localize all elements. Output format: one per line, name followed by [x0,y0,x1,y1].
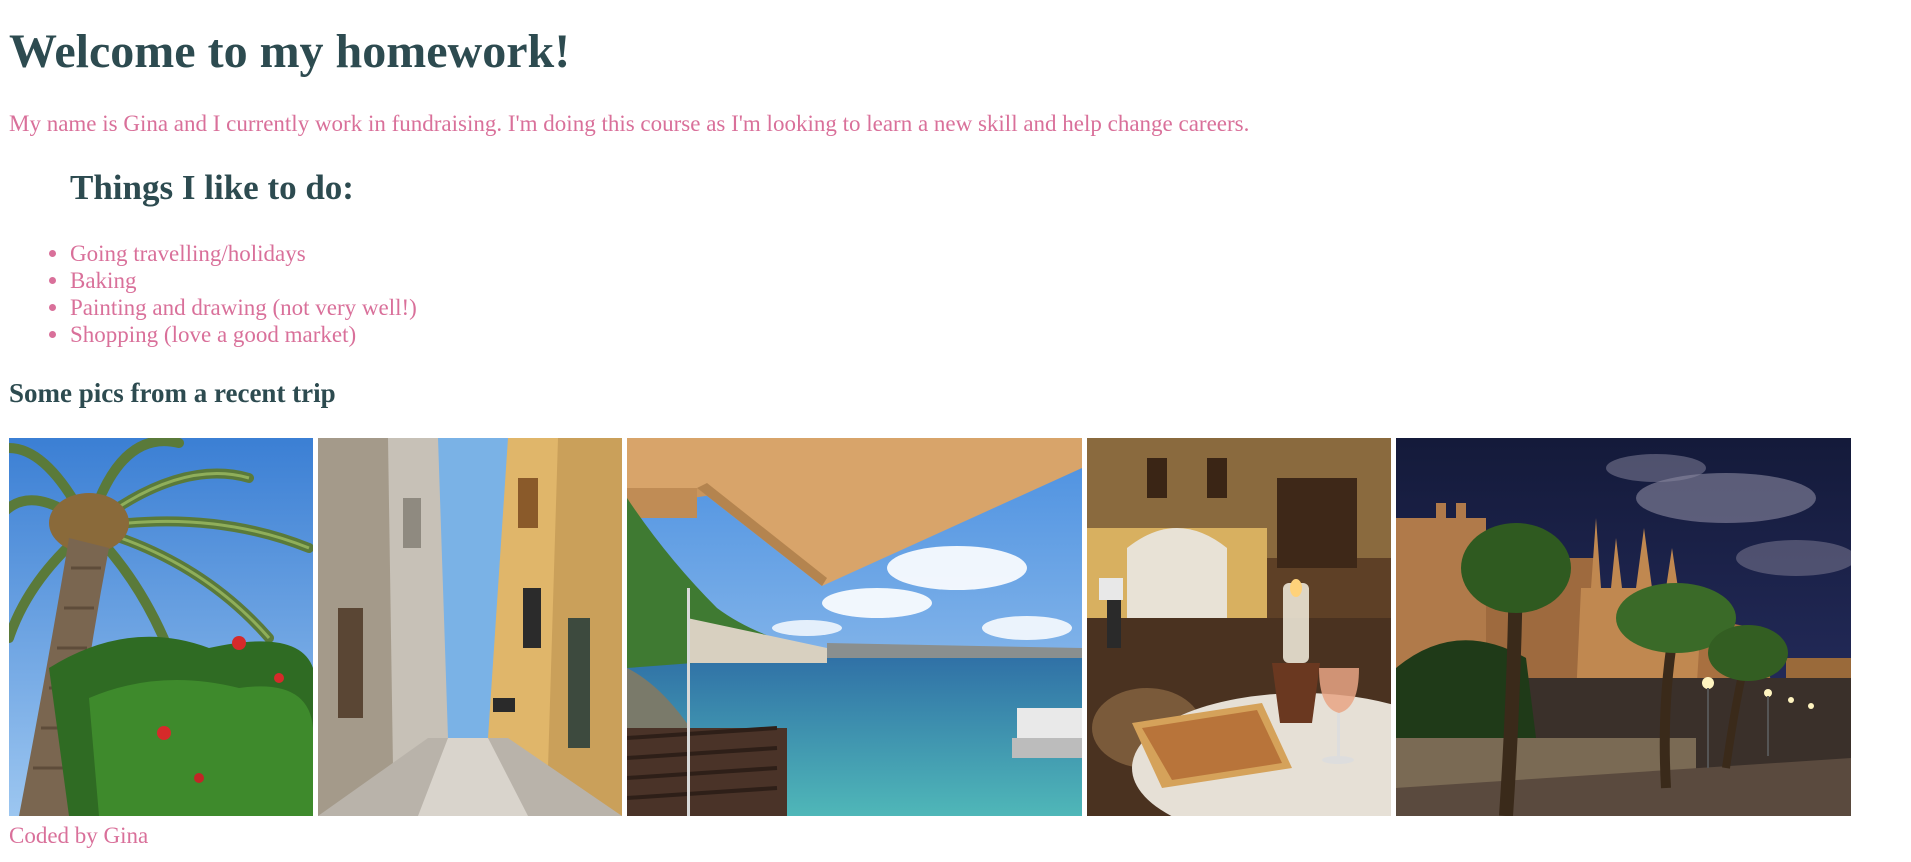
gallery-heading: Some pics from a recent trip [9,378,336,408]
bullet-icon [49,331,56,338]
bullet-icon [49,304,56,311]
list-item-label: Going travelling/holidays [70,241,306,266]
courtyard-cafe-photo [1087,438,1391,816]
cathedral-night-photo [1396,438,1851,816]
list-item: Painting and drawing (not very well!) [49,294,417,321]
list-item-label: Painting and drawing (not very well!) [70,295,417,320]
list-item: Shopping (love a good market) [49,321,417,348]
list-item: Baking [49,267,417,294]
bullet-icon [49,250,56,257]
palm-tree-photo [9,438,313,816]
narrow-street-photo [318,438,622,816]
likes-list: Going travelling/holidays Baking Paintin… [9,240,417,348]
list-item-label: Baking [70,268,137,293]
list-item: Going travelling/holidays [49,240,417,267]
list-item-label: Shopping (love a good market) [70,322,357,347]
intro-paragraph: My name is Gina and I currently work in … [9,111,1250,136]
page-title: Welcome to my homework! [9,25,571,78]
bullet-icon [49,277,56,284]
footer-credit: Coded by Gina [9,823,149,848]
page: Welcome to my homework! My name is Gina … [9,0,1911,862]
seaside-terrace-photo [627,438,1082,816]
likes-heading: Things I like to do: [70,168,354,207]
